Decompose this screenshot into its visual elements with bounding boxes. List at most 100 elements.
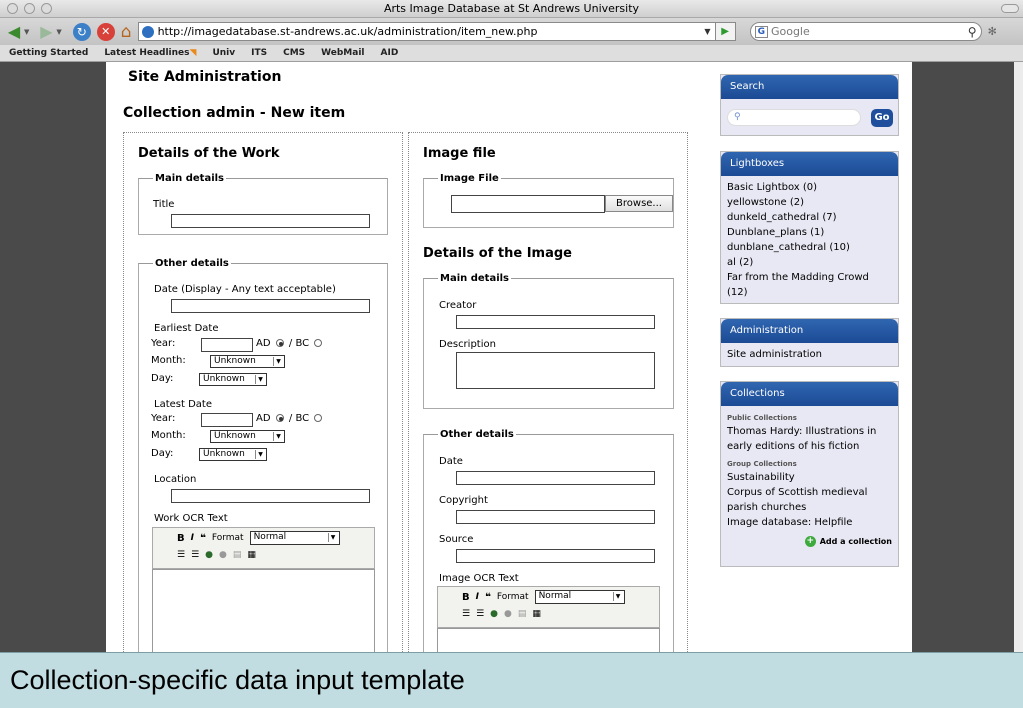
image-ocr-textarea[interactable] xyxy=(437,628,660,652)
paste-text-icon[interactable]: ▤ xyxy=(233,550,242,560)
latest-bc-radio[interactable] xyxy=(314,414,323,422)
format-select[interactable]: Normal ▼ xyxy=(534,590,625,604)
browse-button[interactable]: Browse... xyxy=(605,195,673,212)
bulleted-list-icon[interactable]: ☰ xyxy=(476,609,484,619)
image-date-label: Date xyxy=(439,456,463,467)
collection-link[interactable]: Sustainability xyxy=(727,470,892,485)
add-collection-link[interactable]: + Add a collection xyxy=(727,534,892,549)
stop-icon[interactable]: ✕ xyxy=(96,22,115,41)
select-value: Unknown xyxy=(214,356,256,366)
blockquote-icon[interactable]: ❝ xyxy=(200,533,206,544)
minimize-window-button[interactable] xyxy=(24,3,35,14)
italic-icon[interactable]: I xyxy=(191,533,194,543)
bookmark-label: Latest Headlines xyxy=(104,48,190,58)
image-date-input[interactable] xyxy=(456,471,655,485)
home-icon[interactable]: ⌂ xyxy=(121,22,132,42)
earliest-bc-radio[interactable] xyxy=(314,339,323,347)
search-engine-icon[interactable]: G xyxy=(754,25,768,38)
zoom-window-button[interactable] xyxy=(41,3,52,14)
site-administration-link[interactable]: Site administration xyxy=(721,343,898,366)
latest-month-select[interactable]: Unknown ▼ xyxy=(210,430,285,443)
search-icon[interactable]: ⚲ xyxy=(968,25,977,39)
address-bar[interactable]: http://imagedatabase.st-andrews.ac.uk/ad… xyxy=(137,22,716,41)
paste-word-icon[interactable]: ▦ xyxy=(532,609,541,619)
latest-ad-radio[interactable] xyxy=(275,414,284,422)
format-select[interactable]: Normal ▼ xyxy=(249,531,340,545)
description-textarea[interactable] xyxy=(456,352,655,389)
back-history-dropdown-icon[interactable]: ▼ xyxy=(24,28,29,36)
collections-box: Collections Public Collections Thomas Ha… xyxy=(720,381,899,567)
latest-year-input[interactable] xyxy=(201,413,253,427)
public-collections-label: Public Collections xyxy=(727,414,797,422)
bookmark-getting-started[interactable]: Getting Started xyxy=(9,48,88,58)
creator-label: Creator xyxy=(439,300,477,311)
chevron-down-icon: ▼ xyxy=(327,533,338,542)
creator-input[interactable] xyxy=(456,315,655,329)
year-label: Year: xyxy=(151,413,176,424)
close-window-button[interactable] xyxy=(7,3,18,14)
browser-search-field[interactable]: G Google ⚲ xyxy=(749,22,982,41)
lightbox-link[interactable]: Far from the Madding Crowd (12) xyxy=(727,270,892,300)
lightbox-link[interactable]: Basic Lightbox (0) xyxy=(727,180,892,195)
earliest-ad-radio[interactable] xyxy=(275,339,284,347)
link-icon[interactable]: ● xyxy=(490,609,498,619)
work-ocr-textarea[interactable] xyxy=(152,569,375,652)
bold-icon[interactable]: B xyxy=(177,533,185,544)
toolbar-toggle-button[interactable] xyxy=(1001,4,1019,13)
lightbox-link[interactable]: al (2) xyxy=(727,255,892,270)
go-button[interactable]: Go xyxy=(871,109,893,127)
format-label: Format xyxy=(496,592,529,602)
bookmark-univ[interactable]: Univ xyxy=(212,48,235,58)
rss-icon: ◥ xyxy=(189,48,197,58)
bold-icon[interactable]: B xyxy=(462,592,470,603)
forward-history-dropdown-icon[interactable]: ▼ xyxy=(56,28,61,36)
bookmark-cms[interactable]: CMS xyxy=(283,48,305,58)
latest-day-select[interactable]: Unknown ▼ xyxy=(199,448,267,461)
title-input[interactable] xyxy=(171,214,370,228)
browser-search-placeholder[interactable]: Google xyxy=(771,25,968,38)
earliest-day-select[interactable]: Unknown ▼ xyxy=(199,373,267,386)
lightbox-link[interactable]: Dunblane_plans (1) xyxy=(727,225,892,240)
paste-text-icon[interactable]: ▤ xyxy=(518,609,527,619)
location-input[interactable] xyxy=(171,489,370,503)
source-input[interactable] xyxy=(456,549,655,563)
browser-toolbar: ◀ ▼ ▶ ▼ ↻ ✕ ⌂ http://imagedatabase.st-andr… xyxy=(0,18,1023,45)
link-icon[interactable]: ● xyxy=(205,550,213,560)
chevron-down-icon: ▼ xyxy=(612,592,623,601)
collection-link[interactable]: Corpus of Scottish medieval parish churc… xyxy=(727,485,892,515)
bookmark-aid[interactable]: AID xyxy=(381,48,399,58)
reload-icon[interactable]: ↻ xyxy=(72,22,91,41)
numbered-list-icon[interactable]: ☰ xyxy=(177,550,185,560)
unlink-icon[interactable]: ● xyxy=(219,550,227,560)
lightbox-link[interactable]: dunkeld_cathedral (7) xyxy=(727,210,892,225)
image-file-path-input[interactable] xyxy=(451,195,605,213)
display-date-input[interactable] xyxy=(171,299,370,313)
select-value: Normal xyxy=(538,591,572,601)
url-history-dropdown-icon[interactable]: ▼ xyxy=(700,27,714,36)
vertical-scrollbar[interactable] xyxy=(1014,62,1023,652)
lightbox-link[interactable]: dunblane_cathedral (10) xyxy=(727,240,892,255)
go-arrow-icon[interactable]: ▶ xyxy=(715,22,736,41)
fieldset-legend: Image File xyxy=(440,173,499,184)
bulleted-list-icon[interactable]: ☰ xyxy=(191,550,199,560)
numbered-list-icon[interactable]: ☰ xyxy=(462,609,470,619)
blockquote-icon[interactable]: ❝ xyxy=(485,592,491,603)
bookmark-webmail[interactable]: WebMail xyxy=(321,48,364,58)
copyright-input[interactable] xyxy=(456,510,655,524)
collection-link[interactable]: Thomas Hardy: Illustrations in early edi… xyxy=(727,424,892,454)
image-details-heading: Details of the Image xyxy=(423,246,572,261)
earliest-month-select[interactable]: Unknown ▼ xyxy=(210,355,285,368)
url-text[interactable]: http://imagedatabase.st-andrews.ac.uk/ad… xyxy=(158,25,701,38)
back-arrow-icon[interactable]: ◀ xyxy=(4,22,24,41)
forward-arrow-icon[interactable]: ▶ xyxy=(36,22,56,41)
chevron-down-icon: ▼ xyxy=(255,375,265,384)
site-search-input[interactable]: ⚲ xyxy=(727,109,861,126)
bookmark-its[interactable]: ITS xyxy=(251,48,267,58)
earliest-year-input[interactable] xyxy=(201,338,253,352)
lightbox-link[interactable]: yellowstone (2) xyxy=(727,195,892,210)
bookmark-latest-headlines[interactable]: Latest Headlines◥ xyxy=(104,48,196,58)
collection-link[interactable]: Image database: Helpfile xyxy=(727,515,892,530)
italic-icon[interactable]: I xyxy=(476,592,479,602)
paste-word-icon[interactable]: ▦ xyxy=(247,550,256,560)
unlink-icon[interactable]: ● xyxy=(504,609,512,619)
